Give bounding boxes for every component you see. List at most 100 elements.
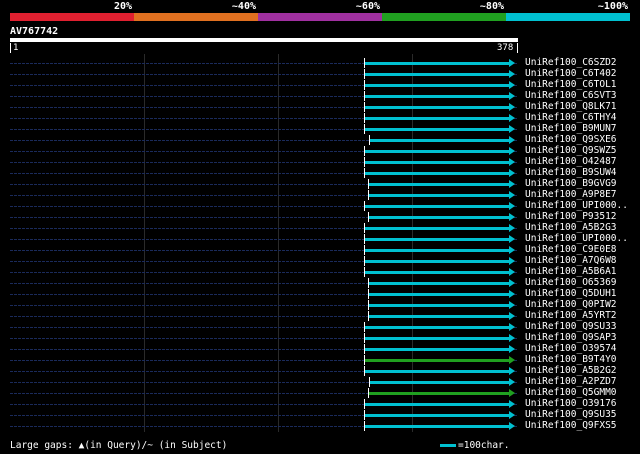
hit-alignment-bar[interactable] bbox=[369, 392, 509, 395]
hit-label[interactable]: UniRef100_B9T4Y0 bbox=[525, 354, 617, 365]
hit-label[interactable]: UniRef100_UPI000.. bbox=[525, 200, 628, 211]
hit-label[interactable]: UniRef100_A5B2G3 bbox=[525, 222, 617, 233]
hit-label[interactable]: UniRef100_A2PZD7 bbox=[525, 376, 617, 387]
hit-label[interactable]: UniRef100_Q9SWZ5 bbox=[525, 145, 617, 156]
hit-label[interactable]: UniRef100_A5YRT2 bbox=[525, 310, 617, 321]
hit-alignment-bar[interactable] bbox=[369, 304, 509, 307]
hit-alignment-bar[interactable] bbox=[365, 161, 509, 164]
hit-arrow-icon bbox=[509, 422, 515, 430]
hit-label[interactable]: UniRef100_Q5DUH1 bbox=[525, 288, 617, 299]
hit-label[interactable]: UniRef100_A9P8E7 bbox=[525, 189, 617, 200]
hit-arrow-icon bbox=[509, 103, 515, 111]
hit-alignment-bar[interactable] bbox=[365, 150, 509, 153]
legend-label: ~40% bbox=[231, 1, 256, 12]
hit-label[interactable]: UniRef100_C9E0E8 bbox=[525, 244, 617, 255]
hit-label[interactable]: UniRef100_Q0PIW2 bbox=[525, 299, 617, 310]
hit-arrow-icon bbox=[509, 180, 515, 188]
query-sequence-bar bbox=[10, 38, 518, 42]
hit-label[interactable]: UniRef100_Q8LK71 bbox=[525, 101, 617, 112]
hit-label[interactable]: UniRef100_C6TOL1 bbox=[525, 79, 617, 90]
hit-arrow-icon bbox=[509, 147, 515, 155]
hit-alignment-bar[interactable] bbox=[369, 293, 509, 296]
hit-alignment-bar[interactable] bbox=[365, 370, 509, 373]
hit-arrow-icon bbox=[509, 367, 515, 375]
scale-key: =100char. bbox=[440, 440, 509, 451]
legend-segment bbox=[506, 13, 630, 21]
hit-label[interactable]: UniRef100_C6SVT3 bbox=[525, 90, 617, 101]
hit-label[interactable]: UniRef100_P93512 bbox=[525, 211, 617, 222]
hit-alignment-bar[interactable] bbox=[365, 403, 509, 406]
hit-arrow-icon bbox=[509, 279, 515, 287]
hit-label[interactable]: UniRef100_C6THY4 bbox=[525, 112, 617, 123]
legend-segment bbox=[382, 13, 506, 21]
hit-label[interactable]: UniRef100_O39176 bbox=[525, 398, 617, 409]
hit-arrow-icon bbox=[509, 301, 515, 309]
hit-alignment-bar[interactable] bbox=[365, 260, 509, 263]
hit-label[interactable]: UniRef100_B9SUW4 bbox=[525, 167, 617, 178]
hit-alignment-bar[interactable] bbox=[370, 139, 509, 142]
hit-arrow-icon bbox=[509, 158, 515, 166]
hit-arrow-icon bbox=[509, 312, 515, 320]
legend-label: 20% bbox=[113, 1, 132, 12]
hit-alignment-bar[interactable] bbox=[365, 348, 509, 351]
legend-segment bbox=[258, 13, 382, 21]
hit-label[interactable]: UniRef100_Q9SU35 bbox=[525, 409, 617, 420]
hit-row[interactable]: UniRef100_Q9FXS5 bbox=[10, 420, 630, 432]
hit-label[interactable]: UniRef100_B9GVG9 bbox=[525, 178, 617, 189]
hit-arrow-icon bbox=[509, 235, 515, 243]
hit-alignment-bar[interactable] bbox=[365, 425, 509, 428]
hit-label[interactable]: UniRef100_B9MUN7 bbox=[525, 123, 617, 134]
hit-label[interactable]: UniRef100_Q9SAP3 bbox=[525, 332, 617, 343]
hit-alignment-bar[interactable] bbox=[365, 95, 509, 98]
hit-alignment-bar[interactable] bbox=[365, 84, 509, 87]
hit-arrow-icon bbox=[509, 136, 515, 144]
scale-key-line bbox=[440, 444, 456, 447]
hit-label[interactable]: UniRef100_Q9SXE6 bbox=[525, 134, 617, 145]
hit-alignment-bar[interactable] bbox=[365, 205, 509, 208]
hit-label[interactable]: UniRef100_Q9FXS5 bbox=[525, 420, 617, 431]
hit-alignment-bar[interactable] bbox=[369, 315, 509, 318]
hit-label[interactable]: UniRef100_A5B2G2 bbox=[525, 365, 617, 376]
hit-label[interactable]: UniRef100_O65369 bbox=[525, 277, 617, 288]
hit-arrow-icon bbox=[509, 257, 515, 265]
hit-alignment-bar[interactable] bbox=[365, 271, 509, 274]
large-gaps-legend: Large gaps: ▲(in Query)/~ (in Subject) bbox=[10, 440, 228, 451]
hit-label[interactable]: UniRef100_A7Q6W8 bbox=[525, 255, 617, 266]
hit-alignment-bar[interactable] bbox=[369, 282, 509, 285]
hit-alignment-bar[interactable] bbox=[369, 183, 509, 186]
hit-alignment-bar[interactable] bbox=[365, 249, 509, 252]
legend-label: ~100% bbox=[597, 1, 628, 12]
hit-alignment-bar[interactable] bbox=[365, 337, 509, 340]
hit-alignment-bar[interactable] bbox=[365, 172, 509, 175]
hit-alignment-bar[interactable] bbox=[365, 62, 509, 65]
hit-alignment-bar[interactable] bbox=[365, 326, 509, 329]
hit-label[interactable]: UniRef100_C6SZD2 bbox=[525, 57, 617, 68]
hit-alignment-bar[interactable] bbox=[365, 117, 509, 120]
scale-key-label: =100char. bbox=[458, 440, 510, 451]
hit-alignment-bar[interactable] bbox=[370, 381, 509, 384]
hit-arrow-icon bbox=[509, 191, 515, 199]
query-end-tick bbox=[517, 43, 518, 53]
hit-alignment-bar[interactable] bbox=[365, 227, 509, 230]
hit-alignment-bar[interactable] bbox=[369, 194, 509, 197]
hit-alignment-bar[interactable] bbox=[365, 238, 509, 241]
hit-arrow-icon bbox=[509, 268, 515, 276]
hit-label[interactable]: UniRef100_O42487 bbox=[525, 156, 617, 167]
hit-alignment-bar[interactable] bbox=[365, 73, 509, 76]
hit-alignment-bar[interactable] bbox=[369, 216, 509, 219]
query-start-label: 1 bbox=[13, 43, 19, 53]
legend-segment bbox=[134, 13, 258, 21]
hit-label[interactable]: UniRef100_Q5GMM0 bbox=[525, 387, 617, 398]
hit-alignment-bar[interactable] bbox=[365, 128, 509, 131]
hit-label[interactable]: UniRef100_O39574 bbox=[525, 343, 617, 354]
hit-label[interactable]: UniRef100_Q9SU33 bbox=[525, 321, 617, 332]
hit-alignment-bar[interactable] bbox=[365, 359, 509, 362]
hit-label[interactable]: UniRef100_C6T402 bbox=[525, 68, 617, 79]
hit-label[interactable]: UniRef100_A5B6A1 bbox=[525, 266, 617, 277]
hit-arrow-icon bbox=[509, 92, 515, 100]
hit-arrow-icon bbox=[509, 59, 515, 67]
hit-alignment-bar[interactable] bbox=[365, 106, 509, 109]
hit-label[interactable]: UniRef100_UPI000.. bbox=[525, 233, 628, 244]
legend-label: ~80% bbox=[479, 1, 504, 12]
hit-alignment-bar[interactable] bbox=[365, 414, 509, 417]
